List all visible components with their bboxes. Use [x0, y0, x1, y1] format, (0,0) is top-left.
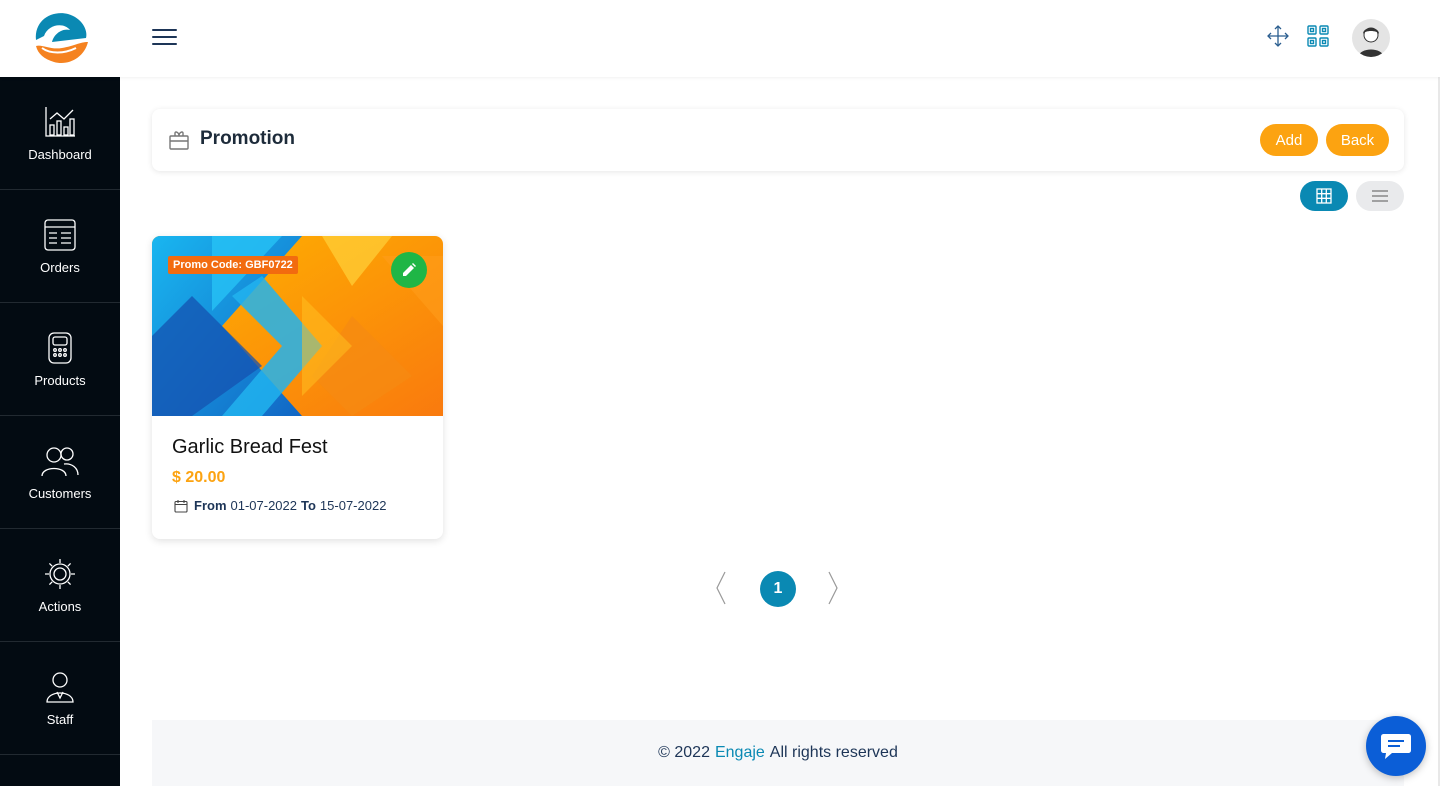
list-view-button[interactable]	[1356, 181, 1404, 211]
chevron-right-icon[interactable]	[826, 571, 840, 605]
calendar-icon	[174, 499, 188, 513]
sidebar-item-label: Dashboard	[28, 146, 92, 162]
sidebar-item-staff[interactable]: Staff	[0, 642, 120, 755]
back-button[interactable]: Back	[1326, 124, 1389, 156]
hamburger-menu-button[interactable]	[152, 27, 178, 47]
promotion-dates: From 01-07-2022 To 15-07-2022	[174, 498, 390, 513]
logo-icon[interactable]	[28, 6, 92, 70]
orders-list-icon	[44, 218, 76, 251]
sidebar-item-actions[interactable]: Actions	[0, 529, 120, 642]
gear-icon	[45, 558, 75, 589]
sidebar-item-label: Orders	[40, 259, 80, 275]
sidebar-item-orders[interactable]: Orders	[0, 190, 120, 303]
sidebar-item-products[interactable]: Products	[0, 303, 120, 416]
sidebar-item-label: Customers	[28, 485, 92, 501]
pencil-icon	[403, 263, 416, 276]
footer-brand-link[interactable]: Engaje	[715, 744, 765, 762]
footer: © 2022 Engaje All rights reserved	[152, 720, 1404, 786]
staff-icon	[46, 671, 74, 703]
avatar-icon	[1358, 27, 1384, 57]
add-button[interactable]: Add	[1260, 124, 1318, 156]
sidebar-item-label: Products	[34, 372, 86, 388]
footer-rights: All rights reserved	[769, 744, 898, 761]
to-label: To	[301, 498, 316, 513]
promo-code-badge: Promo Code: GBF0722	[168, 256, 298, 274]
fullscreen-icon[interactable]	[1266, 24, 1290, 48]
to-date: 15-07-2022	[319, 498, 387, 513]
sidebar: Dashboard Orders Products Customers Acti…	[0, 77, 120, 786]
sidebar-item-dashboard[interactable]: Dashboard	[0, 77, 120, 190]
edit-button[interactable]	[391, 252, 427, 288]
page-number-button[interactable]: 1	[760, 571, 796, 607]
page-header: Promotion Add Back	[152, 109, 1404, 171]
page-title: Promotion	[200, 128, 295, 149]
chart-icon	[45, 106, 75, 137]
avatar[interactable]	[1352, 19, 1390, 57]
from-label: From	[194, 498, 227, 513]
list-view-icon	[1372, 190, 1388, 202]
qr-code-icon[interactable]	[1306, 24, 1330, 48]
grid-view-icon	[1316, 188, 1332, 204]
promotion-price: $ 20.00	[172, 469, 226, 486]
chevron-left-icon[interactable]	[714, 571, 728, 605]
chat-bubble-icon	[1381, 734, 1411, 759]
top-bar	[0, 0, 1440, 77]
sidebar-item-label: Staff	[46, 711, 74, 727]
promotion-title: Garlic Bread Fest	[172, 436, 328, 458]
gift-box-icon	[169, 131, 189, 150]
customers-icon	[41, 446, 79, 476]
footer-copyright: © 2022	[658, 744, 710, 761]
promotion-card[interactable]: Promo Code: GBF0722 Garlic Bread Fest $ …	[152, 236, 443, 539]
grid-view-button[interactable]	[1300, 181, 1348, 211]
main-content: Promotion Add Back Promo Code: GBF0722 G…	[120, 77, 1438, 786]
sidebar-item-label: Actions	[38, 598, 82, 614]
chat-button[interactable]	[1366, 716, 1426, 776]
from-date: 01-07-2022	[230, 498, 298, 513]
products-icon	[48, 331, 72, 364]
sidebar-item-customers[interactable]: Customers	[0, 416, 120, 529]
